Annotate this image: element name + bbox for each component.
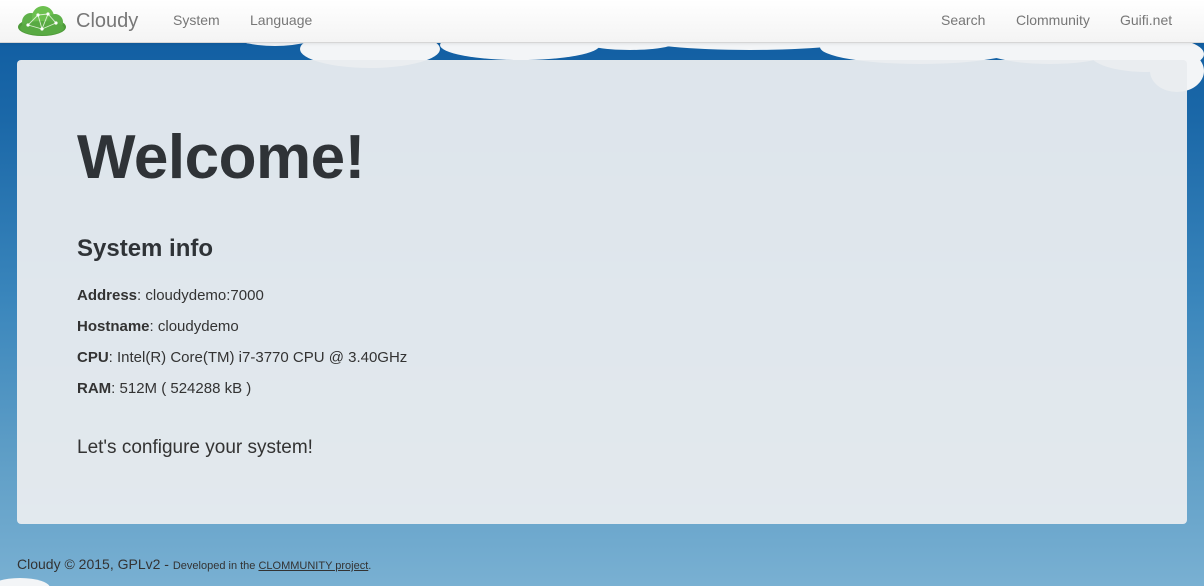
page-title: Welcome! bbox=[77, 123, 365, 192]
system-info-heading: System info bbox=[77, 235, 214, 262]
info-label: Hostname bbox=[77, 318, 150, 335]
info-cpu: CPU: Intel(R) Core(TM) i7-3770 CPU @ 3.4… bbox=[77, 349, 407, 366]
footer-end: . bbox=[368, 560, 372, 572]
nav-search[interactable]: Search bbox=[941, 12, 985, 28]
welcome-card: Welcome! System info Address: cloudydemo… bbox=[17, 60, 1187, 524]
info-value: : Intel(R) Core(TM) i7-3770 CPU @ 3.40GH… bbox=[108, 349, 408, 366]
info-label: CPU bbox=[77, 349, 109, 366]
info-value: : 512M ( 524288 kB ) bbox=[111, 380, 252, 397]
footer: Cloudy © 2015, GPLv2 - Developed in the … bbox=[17, 556, 371, 572]
info-value: : cloudydemo:7000 bbox=[137, 287, 264, 304]
nav-clommunity[interactable]: Clommunity bbox=[1016, 12, 1090, 28]
footer-copyright: Cloudy © 2015, GPLv2 - bbox=[17, 556, 173, 572]
nav-system[interactable]: System bbox=[173, 12, 220, 28]
cloud-network-logo-icon bbox=[16, 5, 68, 37]
info-label: Address bbox=[77, 287, 138, 304]
clommunity-project-link[interactable]: CLOMMUNITY project bbox=[258, 560, 368, 572]
configure-prompt: Let's configure your system! bbox=[77, 437, 313, 458]
info-label: RAM bbox=[77, 380, 112, 397]
brand[interactable]: Cloudy bbox=[16, 3, 138, 39]
top-navbar: Cloudy System Language Search Clommunity… bbox=[0, 0, 1204, 43]
info-address: Address: cloudydemo:7000 bbox=[77, 287, 264, 304]
footer-developed: Developed in the bbox=[172, 560, 259, 572]
nav-language[interactable]: Language bbox=[250, 12, 312, 28]
info-value: : cloudydemo bbox=[149, 318, 239, 335]
brand-name: Cloudy bbox=[76, 9, 139, 32]
nav-guifi[interactable]: Guifi.net bbox=[1120, 12, 1172, 28]
info-ram: RAM: 512M ( 524288 kB ) bbox=[77, 380, 251, 397]
info-hostname: Hostname: cloudydemo bbox=[77, 318, 239, 335]
